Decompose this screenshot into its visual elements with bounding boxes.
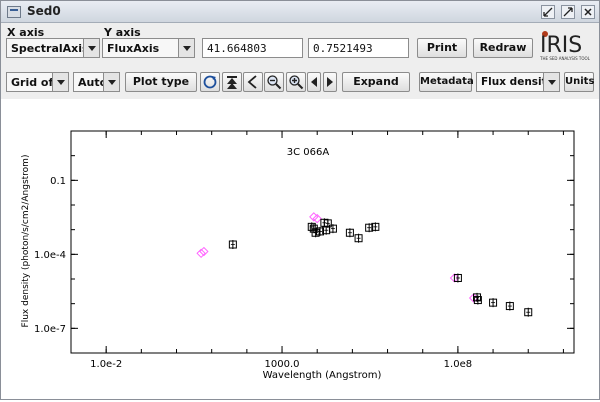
redraw-button[interactable]: Redraw [473, 38, 533, 58]
x-tick-label: 1.0e-2 [90, 359, 122, 370]
iris-logo: IRIS THE SED ANALYSIS TOOL [537, 25, 593, 65]
minimize-glyph [543, 7, 553, 17]
plot-title: 3C 066A [287, 147, 330, 158]
x-axis-select-value: SpectralAxis [11, 42, 89, 55]
units-button[interactable]: Units [564, 72, 594, 92]
restore-glyph [563, 7, 573, 17]
restore-icon[interactable] [561, 5, 575, 19]
x-axis-select[interactable]: SpectralAxis [6, 38, 100, 58]
top-button[interactable] [222, 72, 242, 92]
chevron-down-icon[interactable] [103, 73, 119, 91]
close-icon[interactable] [581, 5, 595, 19]
iris-tagline: THE SED ANALYSIS TOOL [540, 56, 590, 61]
x-axis-title: Wavelength (Angstrom) [263, 370, 382, 381]
expand-button[interactable]: Expand [342, 72, 410, 92]
arrow-right-icon [327, 77, 333, 87]
plot-frame [70, 130, 575, 354]
control-panel: X axis Y axis SpectralAxis FluxAxis 41.6… [1, 23, 599, 99]
chevron-down-icon[interactable] [178, 39, 194, 57]
grid-select[interactable]: Grid off [6, 72, 69, 92]
svg-text:IRIS: IRIS [540, 33, 582, 57]
arrow-left-icon [311, 77, 317, 87]
close-glyph [584, 8, 592, 16]
y-axis-title: Flux density (photon/s/cm2/Angstrom) [21, 155, 31, 328]
y-axis-select[interactable]: FluxAxis [102, 38, 195, 58]
back-button[interactable] [243, 72, 263, 92]
y-coordinate-field[interactable]: 0.7521493 [308, 38, 409, 58]
pan-left-button[interactable] [307, 72, 321, 92]
zoom-out-button[interactable] [264, 72, 284, 92]
y-tick-label: 0.1 [50, 176, 66, 187]
title-bar[interactable]: Sed0 [1, 1, 599, 23]
scale-select[interactable]: Auto [73, 72, 120, 92]
chevron-left-icon [247, 75, 257, 89]
minimize-icon[interactable] [541, 5, 555, 19]
flux-select[interactable]: Flux density [476, 72, 560, 92]
top-icon [227, 76, 237, 89]
zoom-out-icon [267, 75, 282, 90]
y-axis-select-value: FluxAxis [107, 42, 160, 55]
y-tick-label: 1.0e-7 [34, 324, 66, 335]
chevron-down-icon[interactable] [83, 39, 99, 57]
sed-plot[interactable]: 3C 066A Wavelength (Angstrom) Flux densi… [1, 99, 599, 399]
y-tick-label: 1.0e-4 [34, 250, 66, 261]
metadata-button[interactable]: Metadata [419, 72, 474, 92]
iris-logo-mark: IRIS [540, 31, 582, 58]
grid-select-value: Grid off [11, 76, 58, 89]
print-button[interactable]: Print [417, 38, 467, 58]
chevron-down-icon[interactable] [52, 73, 68, 91]
window-app-icon [7, 6, 21, 18]
zoom-in-button[interactable] [286, 72, 306, 92]
sed-window: Sed0 X axis Y axis SpectralAxis FluxAxis… [0, 0, 600, 400]
zoom-in-icon [289, 75, 304, 90]
window-title: Sed0 [27, 4, 61, 18]
x-tick-label: 1000.0 [265, 359, 300, 370]
chevron-down-icon[interactable] [543, 73, 559, 91]
refresh-icon [203, 75, 217, 89]
refresh-button[interactable] [200, 72, 220, 92]
x-tick-label: 1.0e8 [444, 359, 472, 370]
x-coordinate-field[interactable]: 41.664803 [202, 38, 303, 58]
pan-right-button[interactable] [323, 72, 337, 92]
plot-area: 3C 066A Wavelength (Angstrom) Flux densi… [1, 99, 599, 399]
plot-type-button[interactable]: Plot type [125, 72, 197, 92]
